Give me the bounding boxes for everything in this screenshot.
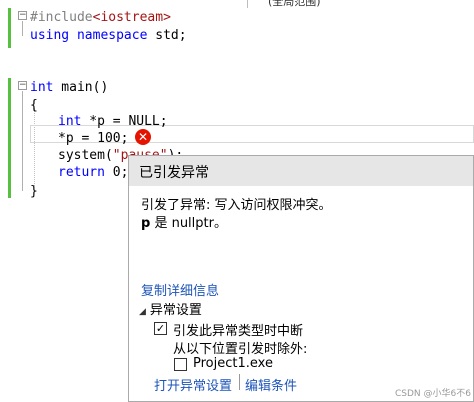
except-from-label: 从以下位置引发时除外: bbox=[173, 342, 308, 357]
exception-detail: p 是 nullptr。 bbox=[141, 212, 227, 231]
keyword: int bbox=[30, 80, 54, 95]
code-line-10: } bbox=[30, 182, 38, 202]
exception-message: 引发了异常: 写入访问权限冲突。 bbox=[141, 198, 332, 213]
fold-guide bbox=[22, 91, 23, 191]
exception-popup: 已引发异常 引发了异常: 写入访问权限冲突。 p 是 nullptr。 复制详细… bbox=[128, 155, 474, 402]
module-exception-label: Project1.exe bbox=[193, 356, 273, 371]
edit-conditions-link[interactable]: 编辑条件 bbox=[245, 375, 297, 394]
include-header: <iostream> bbox=[92, 10, 171, 25]
fold-collapse-icon[interactable]: − bbox=[18, 11, 27, 20]
keyword: int bbox=[58, 114, 82, 129]
code-text: { bbox=[30, 98, 38, 113]
change-bar bbox=[8, 78, 11, 198]
section-label: 异常设置 bbox=[149, 303, 202, 318]
code-line-5: { bbox=[30, 96, 38, 116]
code-text: std; bbox=[147, 28, 187, 43]
code-text: system( bbox=[58, 148, 113, 163]
code-text: 0; bbox=[104, 165, 129, 180]
code-line-9: return 0; bbox=[58, 163, 128, 183]
code-text: *p = 100; bbox=[58, 131, 129, 146]
code-line-4: int main() bbox=[30, 78, 108, 98]
keyword: namespace bbox=[76, 28, 148, 43]
variable-name: p bbox=[141, 216, 151, 231]
change-bar bbox=[8, 8, 11, 48]
code-line-1: #include<iostream> bbox=[30, 8, 171, 28]
open-exception-settings-link[interactable]: 打开异常设置 bbox=[154, 375, 232, 394]
copy-details-link[interactable]: 复制详细信息 bbox=[141, 280, 219, 299]
link-divider bbox=[239, 374, 240, 390]
code-line-2: using namespace std; bbox=[30, 26, 187, 46]
watermark: CSDN @小华6不6 bbox=[395, 389, 471, 399]
keyword: return bbox=[58, 165, 105, 180]
exception-popup-header: 已引发异常 bbox=[129, 156, 473, 186]
module-exception-checkbox[interactable] bbox=[174, 358, 187, 371]
exception-detail-text: 是 nullptr。 bbox=[150, 216, 227, 231]
editor-navigation-bar: (全局范围) bbox=[0, 0, 474, 8]
code-text: } bbox=[30, 184, 38, 199]
fold-collapse-icon[interactable]: − bbox=[18, 81, 27, 90]
navigation-divider bbox=[247, 0, 248, 8]
collapse-triangle-icon: ◢ bbox=[139, 307, 146, 317]
keyword: using bbox=[30, 28, 70, 43]
exception-settings-section[interactable]: ◢ 异常设置 bbox=[139, 299, 202, 318]
indent-guide bbox=[34, 108, 35, 186]
fold-guide bbox=[22, 21, 23, 36]
break-on-exception-checkbox[interactable]: ✓ bbox=[154, 322, 167, 335]
code-text: *p = NULL; bbox=[81, 114, 168, 129]
code-text: main() bbox=[53, 80, 109, 95]
exception-popup-title: 已引发异常 bbox=[139, 165, 209, 181]
break-on-exception-label: 引发此异常类型时中断 bbox=[173, 324, 304, 339]
preprocessor-directive: #include bbox=[30, 10, 93, 25]
exception-error-icon[interactable]: ✕ bbox=[135, 129, 151, 145]
